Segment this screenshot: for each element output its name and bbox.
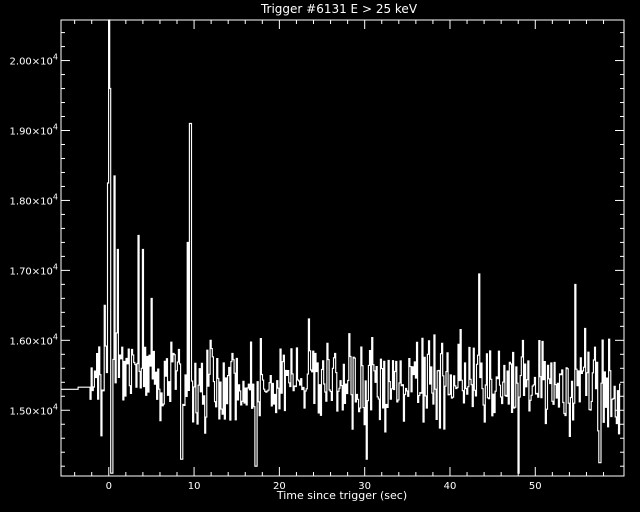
chart-background (0, 0, 640, 512)
light-curve-chart: Trigger #6131 E > 25 keV 0 10 20 30 40 50 1.5… (0, 0, 640, 512)
x-tick-label: 0 (106, 481, 112, 492)
x-tick-label: 40 (444, 481, 457, 492)
x-tick-label: 10 (188, 481, 201, 492)
chart-title: Trigger #6131 E > 25 keV (260, 2, 418, 16)
x-axis-label: Time since trigger (sec) (276, 489, 407, 502)
x-tick-label: 50 (529, 481, 542, 492)
